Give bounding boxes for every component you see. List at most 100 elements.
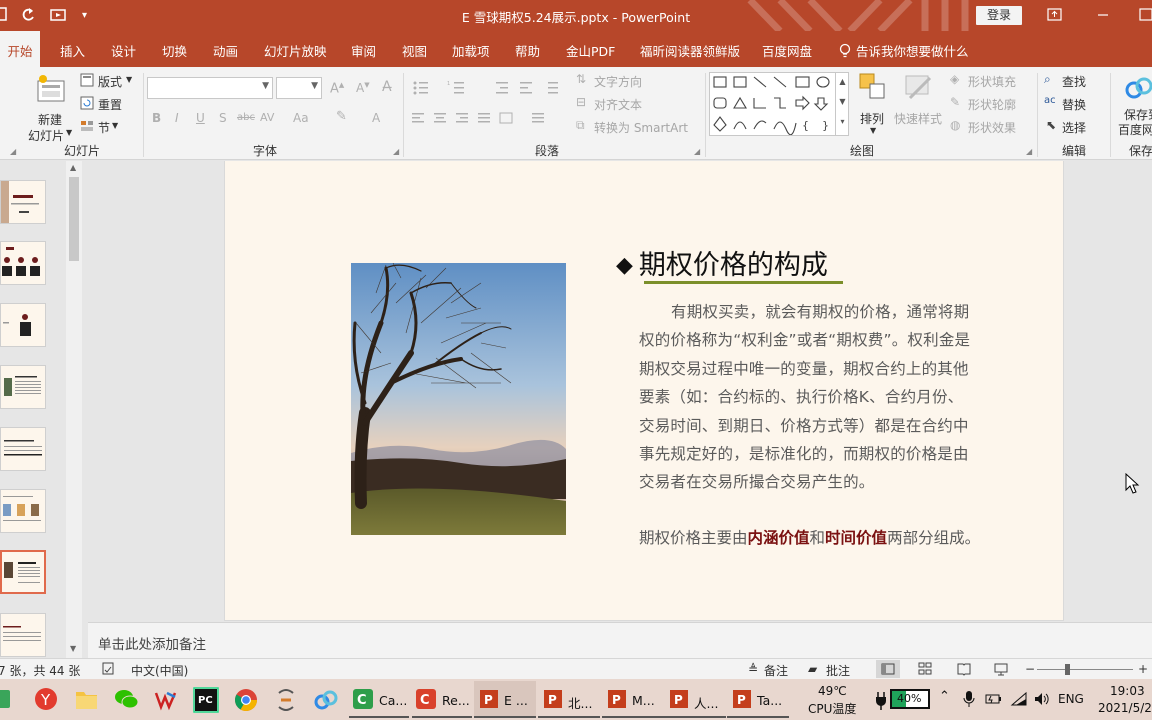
arrange-button[interactable]: 排列 ▼ bbox=[856, 72, 892, 136]
clear-formatting-icon[interactable]: A̶ bbox=[382, 79, 392, 95]
convert-smartart-button[interactable]: ⧉ 转换为 SmartArt bbox=[576, 118, 701, 136]
taskbar-app-recorder-button[interactable]: C Re... bbox=[412, 681, 472, 718]
tab-help[interactable]: 帮助 bbox=[515, 41, 540, 60]
comments-toggle-button[interactable]: ▰ 批注 bbox=[808, 662, 854, 678]
scroll-down-icon[interactable]: ▼ bbox=[70, 644, 76, 653]
cpu-temperature-widget[interactable]: 49℃ CPU温度 bbox=[800, 681, 864, 718]
ribbon-display-options-icon[interactable] bbox=[1046, 6, 1066, 24]
slide-thumbnail[interactable] bbox=[0, 427, 46, 471]
taskbar-powerpoint-window[interactable]: P M... bbox=[602, 681, 664, 718]
taskbar-app-c-button[interactable]: C Ca... bbox=[349, 681, 409, 718]
tab-home[interactable]: 开始 bbox=[0, 31, 40, 67]
bold-icon[interactable]: B bbox=[152, 111, 161, 125]
tell-me-search[interactable]: 告诉我你想要做什么 bbox=[838, 41, 969, 60]
taskbar-powerpoint-window[interactable]: P 北... bbox=[538, 681, 600, 718]
wifi-icon[interactable] bbox=[1010, 691, 1028, 707]
zoom-slider-thumb[interactable] bbox=[1065, 664, 1070, 675]
notes-toggle-button[interactable]: ≜ 备注 bbox=[748, 662, 794, 678]
font-color-icon[interactable]: A bbox=[372, 111, 380, 125]
align-text-button[interactable]: ⊟ 对齐文本 bbox=[576, 95, 656, 113]
underline-icon[interactable]: U bbox=[196, 111, 205, 125]
new-slide-button[interactable]: 新建 幻灯片 ▼ bbox=[28, 73, 74, 143]
slide-sorter-view-icon[interactable] bbox=[918, 662, 932, 679]
layout-button[interactable]: 版式 ▼ bbox=[80, 72, 140, 90]
slide-thumbnail-selected[interactable] bbox=[0, 550, 46, 594]
maximize-icon[interactable] bbox=[1138, 6, 1152, 24]
shapes-gallery-scroll[interactable]: ▲ ▼ ▾ bbox=[835, 72, 849, 136]
select-button[interactable]: ⬉ 选择 bbox=[1044, 118, 1104, 136]
find-button[interactable]: ⌕ 查找 bbox=[1044, 72, 1104, 90]
italic-icon[interactable]: I bbox=[175, 111, 179, 125]
slideshow-view-icon[interactable] bbox=[994, 662, 1008, 679]
slide-summary-text[interactable]: 期权价格主要由内涵价值和时间价值两部分组成。 bbox=[639, 526, 980, 548]
shrink-font-icon[interactable]: A▼ bbox=[356, 81, 370, 95]
baidu-netdisk-button[interactable] bbox=[313, 681, 339, 718]
shape-effects-button[interactable]: ◍ 形状效果 bbox=[950, 118, 1030, 136]
taskbar-powerpoint-window[interactable]: P 人... bbox=[664, 681, 726, 718]
tab-addins[interactable]: 加载项 bbox=[452, 41, 490, 60]
shape-outline-button[interactable]: ✎ 形状轮廓 bbox=[950, 95, 1030, 113]
battery-status-icon[interactable] bbox=[985, 691, 1003, 707]
thumbnail-scrollbar[interactable]: ▲ ▼ bbox=[66, 161, 82, 658]
pycharm-button[interactable]: PC bbox=[193, 681, 219, 718]
strikethrough-icon[interactable]: abc bbox=[237, 112, 255, 123]
slide-heading[interactable]: ◆ 期权价格的构成 bbox=[616, 243, 843, 284]
spelling-check-icon[interactable] bbox=[102, 662, 115, 678]
tab-foxit[interactable]: 福昕阅读器领鲜版 bbox=[640, 41, 740, 60]
zoom-out-icon[interactable]: − bbox=[1025, 662, 1035, 676]
taskbar-powerpoint-active[interactable]: P E ... bbox=[474, 681, 536, 718]
slide-thumbnail[interactable] bbox=[0, 180, 46, 224]
font-name-combo[interactable]: ▼ bbox=[147, 77, 273, 99]
notes-pane[interactable]: 单击此处添加备注 bbox=[88, 622, 1152, 658]
tab-kingsoft-pdf[interactable]: 金山PDF bbox=[566, 41, 615, 60]
dialog-launcher-icon[interactable]: ◢ bbox=[10, 147, 16, 156]
tab-insert[interactable]: 插入 bbox=[60, 41, 85, 60]
tab-review[interactable]: 审阅 bbox=[351, 41, 376, 60]
file-explorer-button[interactable] bbox=[73, 681, 99, 718]
scroll-up-icon[interactable]: ▲ bbox=[70, 163, 76, 172]
tab-view[interactable]: 视图 bbox=[402, 41, 427, 60]
text-shadow-icon[interactable]: S bbox=[219, 111, 227, 125]
taskbar-app-button[interactable] bbox=[0, 681, 14, 718]
tab-baidu-netdisk[interactable]: 百度网盘 bbox=[762, 41, 812, 60]
quick-styles-button[interactable]: 快速样式 bbox=[894, 72, 944, 136]
taskbar-app-button[interactable] bbox=[273, 681, 299, 718]
font-size-combo[interactable]: ▼ bbox=[276, 77, 322, 99]
tab-slideshow[interactable]: 幻灯片放映 bbox=[264, 41, 327, 60]
text-direction-button[interactable]: ⇅ 文字方向 bbox=[576, 72, 656, 90]
power-plug-icon[interactable] bbox=[874, 690, 888, 710]
zoom-in-icon[interactable]: + bbox=[1138, 662, 1148, 676]
language-indicator[interactable]: 中文(中国) bbox=[131, 662, 188, 679]
slide-thumbnail[interactable] bbox=[0, 303, 46, 347]
slide-body-text[interactable]: 有期权买卖，就会有期权的价格，通常将期权的价格称为“权利金”或者“期权费”。权利… bbox=[639, 298, 979, 497]
battery-indicator[interactable]: 40% bbox=[890, 689, 930, 709]
show-hidden-icons-icon[interactable]: ⌃ bbox=[939, 689, 950, 704]
tab-design[interactable]: 设计 bbox=[111, 41, 136, 60]
dialog-launcher-icon[interactable]: ◢ bbox=[694, 147, 700, 156]
slide-thumbnail[interactable] bbox=[0, 613, 46, 657]
clock-widget[interactable]: 19:03 2021/5/2 bbox=[1098, 681, 1152, 718]
wechat-button[interactable] bbox=[113, 681, 139, 718]
dialog-launcher-icon[interactable]: ◢ bbox=[393, 147, 399, 156]
minimize-icon[interactable] bbox=[1094, 6, 1114, 24]
tab-animations[interactable]: 动画 bbox=[213, 41, 238, 60]
zoom-slider[interactable] bbox=[1037, 664, 1133, 675]
taskbar-powerpoint-window[interactable]: P Ta... bbox=[727, 681, 789, 718]
scrollbar-thumb[interactable] bbox=[69, 177, 79, 261]
slide-thumbnail[interactable] bbox=[0, 365, 46, 409]
tab-transitions[interactable]: 切换 bbox=[162, 41, 187, 60]
change-case-icon[interactable]: Aa bbox=[293, 111, 309, 125]
save-to-baidu-button[interactable]: 保存到 百度网 bbox=[1116, 72, 1152, 137]
character-spacing-icon[interactable]: AV bbox=[260, 111, 274, 124]
grow-font-icon[interactable]: A▲ bbox=[330, 81, 344, 96]
normal-view-icon[interactable] bbox=[876, 660, 900, 678]
replace-button[interactable]: ac 替换 bbox=[1044, 95, 1104, 113]
tree-photo[interactable] bbox=[351, 263, 566, 535]
wps-button[interactable] bbox=[153, 681, 179, 718]
input-language-indicator[interactable]: ENG bbox=[1058, 692, 1084, 706]
shapes-gallery[interactable]: {} bbox=[709, 72, 849, 136]
volume-icon[interactable] bbox=[1033, 691, 1051, 707]
reset-button[interactable]: 重置 bbox=[80, 95, 140, 113]
dialog-launcher-icon[interactable]: ◢ bbox=[1026, 147, 1032, 156]
microphone-icon[interactable] bbox=[962, 690, 976, 708]
